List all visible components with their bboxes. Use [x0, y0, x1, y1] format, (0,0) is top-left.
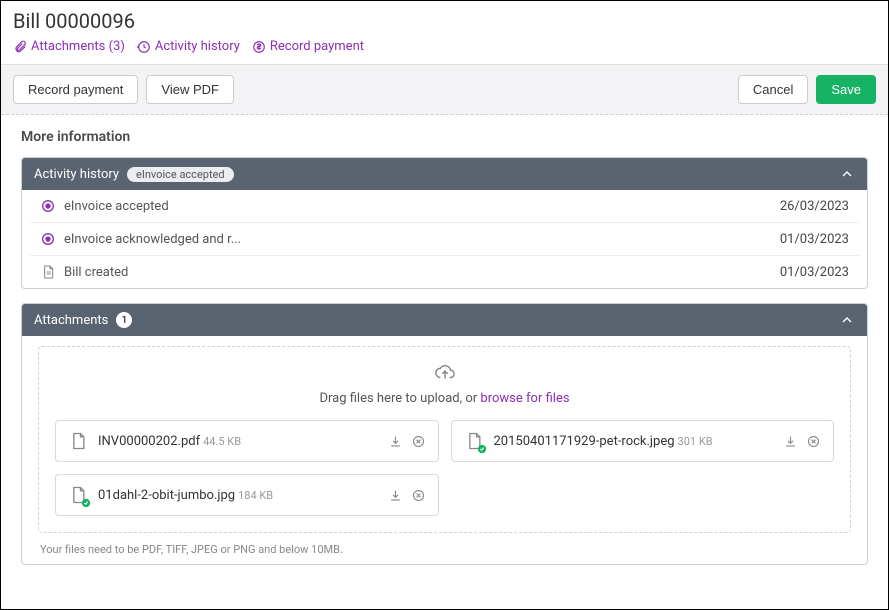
activity-history-title: Activity history	[34, 167, 119, 182]
attachments-header[interactable]: Attachments 1	[22, 304, 867, 336]
check-circle-icon	[81, 498, 91, 508]
file-card[interactable]: 01dahl-2-obit-jumbo.jpg184 KB	[55, 474, 439, 516]
einvoice-icon	[40, 198, 56, 214]
remove-icon[interactable]	[806, 434, 821, 449]
more-information-heading: More information	[21, 129, 868, 145]
file-size: 301 KB	[678, 435, 713, 448]
history-icon	[137, 40, 151, 54]
attachments-count-badge: 1	[116, 312, 132, 328]
cancel-button[interactable]: Cancel	[738, 75, 808, 104]
history-row[interactable]: eInvoice accepted 26/03/2023	[30, 190, 859, 223]
attachments-panel: Attachments 1 Drag files here to upload,…	[21, 303, 868, 565]
history-row[interactable]: eInvoice acknowledged and r... 01/03/2023	[30, 223, 859, 256]
attachments-link[interactable]: Attachments (3)	[13, 39, 125, 54]
file-card[interactable]: INV00000202.pdf44.5 KB	[55, 420, 439, 462]
history-date: 01/03/2023	[780, 265, 849, 280]
activity-history-link-label: Activity history	[155, 39, 240, 54]
check-circle-icon	[477, 444, 487, 454]
file-size: 44.5 KB	[203, 435, 241, 448]
history-text: eInvoice acknowledged and r...	[64, 232, 241, 247]
einvoice-icon	[40, 231, 56, 247]
file-size: 184 KB	[238, 489, 273, 502]
record-payment-link[interactable]: Record payment	[252, 39, 364, 54]
history-badge: eInvoice accepted	[127, 167, 234, 182]
activity-history-header[interactable]: Activity history eInvoice accepted	[22, 158, 867, 190]
chevron-up-icon	[839, 166, 855, 182]
dollar-circle-icon	[252, 40, 266, 54]
paperclip-icon	[13, 40, 27, 54]
history-date: 26/03/2023	[780, 199, 849, 214]
browse-files-link[interactable]: browse for files	[480, 391, 569, 406]
upload-dropzone[interactable]: Drag files here to upload, or browse for…	[38, 346, 851, 533]
file-name: 01dahl-2-obit-jumbo.jpg	[98, 488, 235, 503]
file-card[interactable]: 20150401171929-pet-rock.jpeg301 KB	[451, 420, 835, 462]
file-icon	[68, 431, 88, 451]
attachments-title: Attachments	[34, 313, 108, 328]
upload-hint: Your files need to be PDF, TIFF, JPEG or…	[38, 543, 851, 556]
download-icon[interactable]	[388, 488, 403, 503]
history-text: Bill created	[64, 265, 128, 280]
record-payment-link-label: Record payment	[270, 39, 364, 54]
activity-history-link[interactable]: Activity history	[137, 39, 240, 54]
page-title: Bill 00000096	[13, 9, 876, 33]
record-payment-button[interactable]: Record payment	[13, 75, 138, 104]
download-icon[interactable]	[388, 434, 403, 449]
download-icon[interactable]	[783, 434, 798, 449]
attachments-link-label: Attachments (3)	[31, 39, 125, 54]
file-name: 20150401171929-pet-rock.jpeg	[494, 434, 675, 449]
action-bar: Record payment View PDF Cancel Save	[1, 64, 888, 115]
history-text: eInvoice accepted	[64, 199, 169, 214]
history-row[interactable]: Bill created 01/03/2023	[30, 256, 859, 288]
remove-icon[interactable]	[411, 488, 426, 503]
drag-text: Drag files here to upload, or	[319, 391, 480, 406]
save-button[interactable]: Save	[816, 75, 876, 104]
history-date: 01/03/2023	[780, 232, 849, 247]
activity-history-panel: Activity history eInvoice accepted eInvo…	[21, 157, 868, 289]
file-name: INV00000202.pdf	[98, 434, 200, 449]
chevron-up-icon	[839, 312, 855, 328]
cloud-upload-icon	[434, 361, 456, 383]
document-icon	[40, 264, 56, 280]
view-pdf-button[interactable]: View PDF	[146, 75, 234, 104]
remove-icon[interactable]	[411, 434, 426, 449]
